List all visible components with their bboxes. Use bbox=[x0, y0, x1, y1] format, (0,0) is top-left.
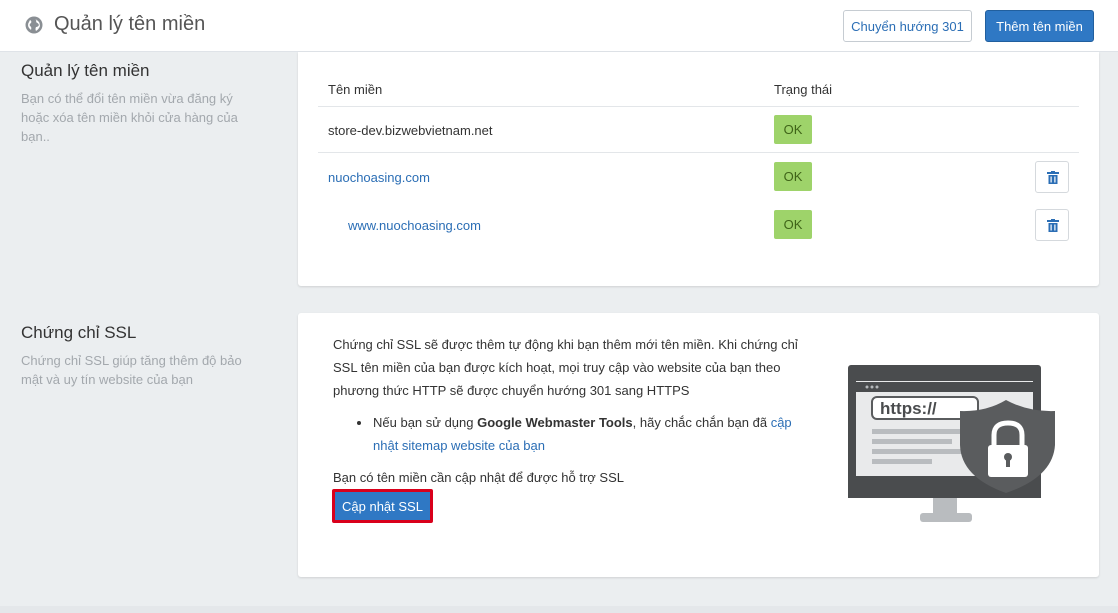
column-header-status: Trạng thái bbox=[774, 82, 833, 97]
ssl-section-title: Chứng chỉ SSL bbox=[21, 323, 137, 342]
domains-section-title: Quản lý tên miền bbox=[21, 61, 150, 80]
domain-link[interactable]: nuochoasing.com bbox=[328, 170, 430, 185]
add-domain-button[interactable]: Thêm tên miền bbox=[985, 10, 1094, 42]
trash-icon bbox=[1047, 219, 1059, 232]
status-badge: OK bbox=[774, 115, 812, 144]
bullet-text: Nếu bạn sử dụng bbox=[373, 415, 478, 430]
globe-icon bbox=[25, 16, 43, 34]
status-badge: OK bbox=[774, 162, 812, 191]
ssl-intro-text: Chứng chỉ SSL sẽ được thêm tự động khi b… bbox=[333, 337, 798, 398]
monitor-stand bbox=[933, 498, 957, 513]
bullet-text: , hãy chắc chắn bạn đã bbox=[632, 415, 771, 430]
page-title: Quản lý tên miền bbox=[54, 13, 206, 35]
monitor-base bbox=[920, 513, 972, 522]
ssl-bullet: Nếu bạn sử dụng Google Webmaster Tools, … bbox=[373, 411, 813, 457]
ssl-section-description: Chứng chỉ SSL giúp tăng thêm độ bảo mật … bbox=[21, 353, 242, 387]
top-bar: Quản lý tên miền Chuyển hướng 301 Thêm t… bbox=[0, 0, 1118, 52]
column-header-domain: Tên miền bbox=[328, 82, 383, 97]
ssl-illustration: https:// bbox=[848, 365, 1055, 522]
redirect-301-button[interactable]: Chuyển hướng 301 bbox=[843, 10, 972, 42]
divider bbox=[318, 106, 1079, 107]
delete-domain-button[interactable] bbox=[1035, 161, 1069, 193]
https-label: https:// bbox=[880, 399, 937, 418]
domain-link[interactable]: www.nuochoasing.com bbox=[348, 218, 481, 233]
bullet-dot bbox=[357, 421, 361, 425]
update-ssl-button[interactable]: Cập nhật SSL bbox=[332, 489, 433, 523]
domain-name: store-dev.bizwebvietnam.net bbox=[328, 123, 493, 138]
ssl-note: Bạn có tên miền cần cập nhật để được hỗ … bbox=[333, 470, 624, 485]
status-badge: OK bbox=[774, 210, 812, 239]
trash-icon bbox=[1047, 171, 1059, 184]
divider bbox=[318, 152, 1079, 153]
delete-domain-button[interactable] bbox=[1035, 209, 1069, 241]
bullet-bold-text: Google Webmaster Tools bbox=[477, 415, 633, 430]
domains-card bbox=[298, 52, 1099, 286]
footer-strip bbox=[0, 606, 1118, 613]
domains-section-description: Bạn có thể đổi tên miền vừa đăng ký hoặc… bbox=[21, 91, 238, 144]
